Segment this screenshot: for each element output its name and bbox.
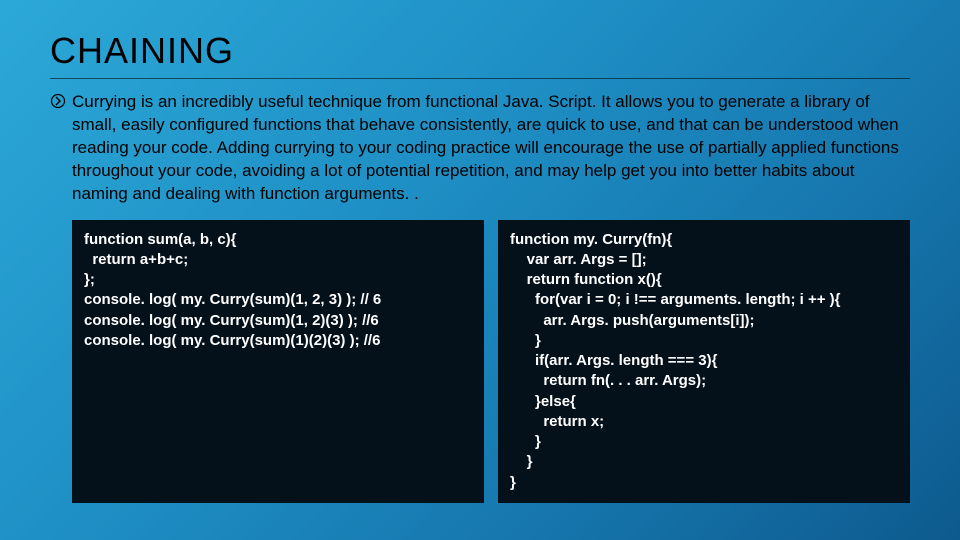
- body-row: Currying is an incredibly useful techniq…: [50, 91, 910, 206]
- title-rule: [50, 78, 910, 79]
- bullet-arrow-icon: [50, 91, 72, 116]
- slide: CHAINING Currying is an incredibly usefu…: [0, 0, 960, 523]
- slide-title: CHAINING: [50, 30, 910, 72]
- code-box-left: function sum(a, b, c){ return a+b+c; }; …: [72, 220, 484, 503]
- body-paragraph: Currying is an incredibly useful techniq…: [72, 91, 910, 206]
- code-row: function sum(a, b, c){ return a+b+c; }; …: [50, 220, 910, 503]
- code-box-right: function my. Curry(fn){ var arr. Args = …: [498, 220, 910, 503]
